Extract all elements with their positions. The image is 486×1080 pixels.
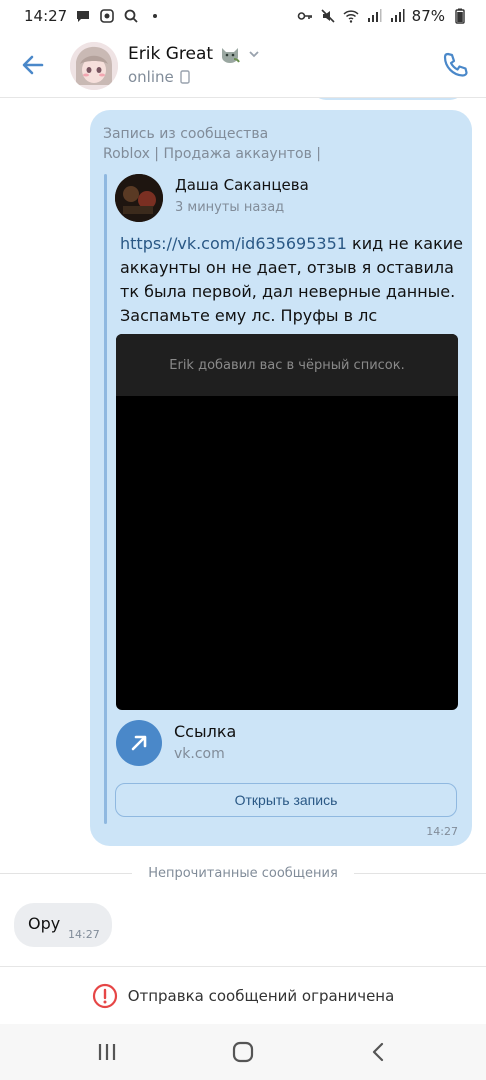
chat-header: Erik Great online <box>0 32 486 98</box>
home-icon[interactable] <box>228 1040 258 1064</box>
presence-status: online <box>128 68 190 86</box>
open-post-button[interactable]: Открыть запись <box>115 783 457 817</box>
divider-line-right <box>353 872 486 874</box>
battery-icon <box>455 8 465 24</box>
battery-percent: 87% <box>411 7 445 25</box>
arrow-up-right-icon <box>116 720 162 766</box>
avatar-image <box>70 42 118 90</box>
back-arrow-icon[interactable] <box>18 50 48 80</box>
link-domain: vk.com <box>174 746 225 762</box>
unread-label: Непрочитанные сообщения <box>148 865 338 881</box>
vpn-icon <box>100 9 115 23</box>
author-avatar-image <box>115 174 163 222</box>
chat-notification-icon <box>77 11 90 22</box>
link-attachment[interactable]: Ссылка vk.com <box>116 720 456 770</box>
media-caption: Erik добавил вас в чёрный список. <box>116 334 458 396</box>
unread-divider: Непрочитанные сообщения <box>0 863 486 883</box>
mute-icon <box>321 9 335 23</box>
signal-icon <box>367 9 382 22</box>
dot-icon <box>153 14 158 18</box>
key-icon <box>297 12 312 20</box>
link-title: Ссылка <box>174 722 237 741</box>
contact-name[interactable]: Erik Great <box>128 44 261 64</box>
incoming-message-time: 14:27 <box>68 928 100 941</box>
presence-text: online <box>128 68 174 86</box>
messaging-restricted-banner: Отправка сообщений ограничена <box>0 966 486 1024</box>
incoming-message-bubble[interactable]: Ору 14:27 <box>14 903 112 947</box>
post-author-name[interactable]: Даша Саканцева <box>175 176 309 194</box>
system-navigation-bar <box>0 1024 486 1080</box>
post-profile-link[interactable]: https://vk.com/id635695351 <box>120 234 347 253</box>
restriction-text: Отправка сообщений ограничена <box>127 986 395 1005</box>
forwarded-source-line: Запись из сообщества <box>103 126 269 142</box>
status-bar: 14:27 87% <box>0 0 486 32</box>
forwarded-post-label: Запись из сообщества Roblox | Продажа ак… <box>103 124 321 164</box>
avatar[interactable] <box>70 42 118 90</box>
back-nav-icon[interactable] <box>364 1040 394 1064</box>
post-timestamp: 3 минуты назад <box>175 200 285 215</box>
outgoing-message-bubble[interactable]: Запись из сообщества Roblox | Продажа ак… <box>90 110 472 846</box>
alert-circle-icon <box>92 983 117 1008</box>
post-text: https://vk.com/id635695351 кид не какие … <box>120 232 465 328</box>
previous-message-bubble <box>312 98 464 100</box>
incoming-message-text: Ору <box>28 914 61 933</box>
status-time: 14:27 <box>24 7 68 25</box>
mobile-icon <box>180 70 190 84</box>
phone-icon[interactable] <box>440 50 470 80</box>
wifi-icon <box>343 10 359 23</box>
message-time: 14:27 <box>426 825 458 838</box>
signal-icon-2 <box>390 9 405 22</box>
post-media-screenshot[interactable]: Erik добавил вас в чёрный список. <box>116 334 458 710</box>
cat-emoji-icon <box>222 48 240 63</box>
chat-history[interactable]: Запись из сообщества Roblox | Продажа ак… <box>0 98 486 1023</box>
recent-apps-icon[interactable] <box>92 1040 122 1064</box>
contact-name-text: Erik Great <box>128 44 214 64</box>
chevron-down-icon <box>249 51 259 58</box>
search-icon <box>124 9 138 23</box>
forward-indicator-line <box>104 174 107 824</box>
post-author-avatar[interactable] <box>115 174 163 222</box>
divider-line-left <box>0 872 133 874</box>
forwarded-community-line[interactable]: Roblox | Продажа аккаунтов | <box>103 144 321 164</box>
